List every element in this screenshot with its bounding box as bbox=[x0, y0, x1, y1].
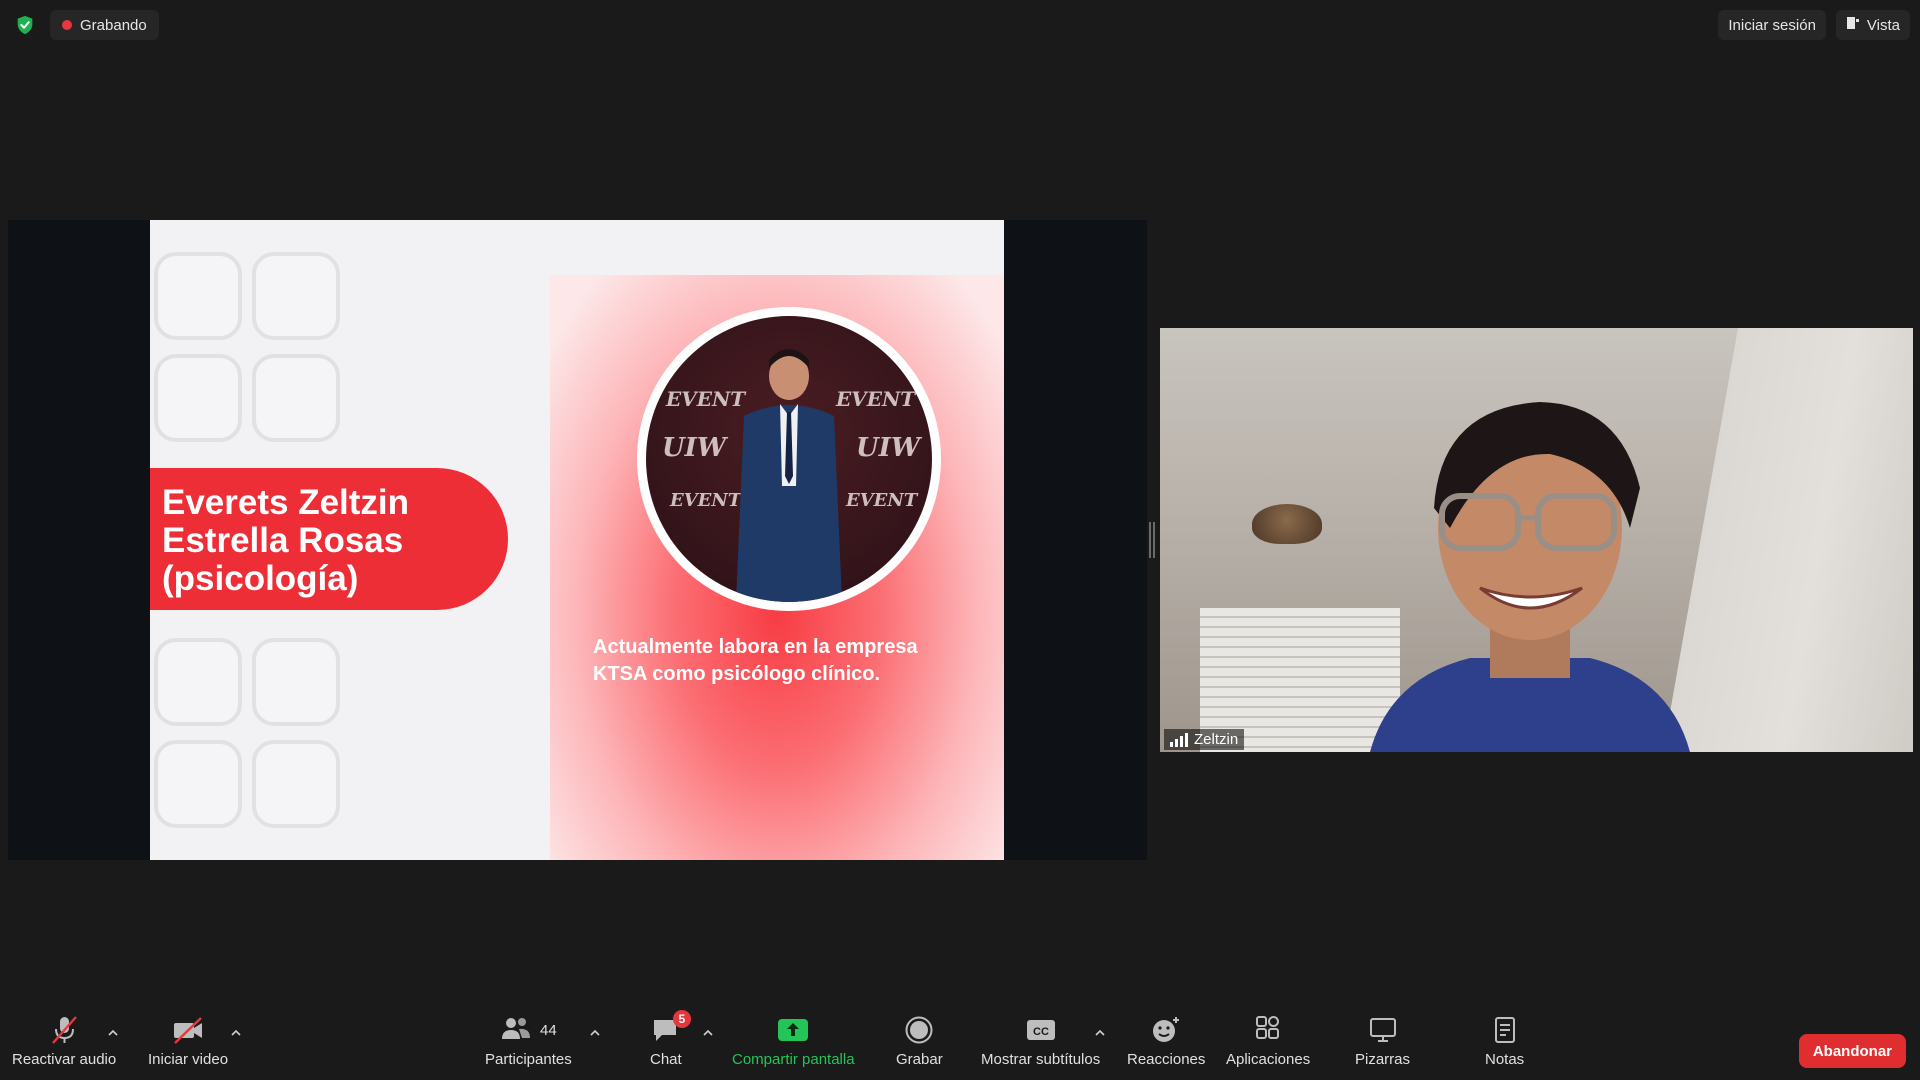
decor-square bbox=[252, 354, 340, 442]
chat-button[interactable]: 5 Chat bbox=[650, 1010, 691, 1068]
reactions-button[interactable]: Reacciones bbox=[1127, 1012, 1205, 1068]
slide-name-line: Everets Zeltzin bbox=[162, 483, 410, 522]
show-captions-button[interactable]: CC Mostrar subtítulos bbox=[981, 1012, 1100, 1068]
top-left-bar: Grabando bbox=[10, 10, 159, 40]
video-options-chevron-up-icon[interactable] bbox=[229, 1026, 243, 1040]
meeting-toolbar: Reactivar audio Iniciar video 44 Partici… bbox=[0, 1004, 1920, 1080]
view-icon bbox=[1846, 16, 1860, 34]
notes-icon bbox=[1492, 1012, 1518, 1048]
decor-square bbox=[252, 740, 340, 828]
audio-options-chevron-up-icon[interactable] bbox=[106, 1026, 120, 1040]
sign-in-button[interactable]: Iniciar sesión bbox=[1718, 10, 1826, 40]
shared-screen: Everets Zeltzin Estrella Rosas (psicolog… bbox=[8, 220, 1147, 860]
shield-check-icon[interactable] bbox=[10, 10, 40, 40]
whiteboard-icon bbox=[1368, 1012, 1398, 1048]
decor-square bbox=[154, 252, 242, 340]
slide-name-banner: Everets Zeltzin Estrella Rosas (psicolog… bbox=[150, 468, 508, 610]
svg-text:EVENT: EVENT bbox=[665, 387, 747, 411]
decor-square bbox=[252, 252, 340, 340]
unmute-label: Reactivar audio bbox=[12, 1051, 117, 1068]
show-captions-label: Mostrar subtítulos bbox=[981, 1051, 1101, 1068]
notes-button[interactable]: Notas bbox=[1485, 1012, 1524, 1068]
record-label: Grabar bbox=[896, 1051, 943, 1068]
decor-square bbox=[154, 354, 242, 442]
record-icon bbox=[904, 1012, 934, 1048]
participant-name: Zeltzin bbox=[1194, 731, 1239, 748]
svg-text:EVENT: EVENT bbox=[669, 490, 743, 511]
chat-label: Chat bbox=[650, 1051, 682, 1068]
share-screen-label: Compartir pantalla bbox=[732, 1051, 855, 1068]
whiteboards-button[interactable]: Pizarras bbox=[1355, 1012, 1410, 1068]
svg-text:EVENT: EVENT bbox=[845, 490, 919, 511]
slide-description: Actualmente labora en la empresa KTSA co… bbox=[593, 636, 918, 685]
profile-photo-frame: EVENT EVENT UIW UIW EVENT EVENT bbox=[637, 307, 941, 611]
panel-splitter-handle[interactable] bbox=[1149, 522, 1155, 558]
apps-button[interactable]: Aplicaciones bbox=[1226, 1012, 1310, 1068]
view-button[interactable]: Vista bbox=[1835, 10, 1910, 40]
share-screen-icon bbox=[777, 1012, 809, 1048]
leave-meeting-button[interactable]: Abandonar bbox=[1798, 1034, 1906, 1068]
participants-options-chevron-up-icon[interactable] bbox=[588, 1026, 602, 1040]
slide-name-line: Estrella Rosas bbox=[162, 521, 404, 560]
start-video-label: Iniciar video bbox=[148, 1051, 229, 1068]
svg-text:EVENT: EVENT bbox=[835, 387, 917, 411]
participants-icon bbox=[500, 1014, 532, 1047]
whiteboards-label: Pizarras bbox=[1355, 1051, 1411, 1068]
presentation-slide: Everets Zeltzin Estrella Rosas (psicolog… bbox=[150, 220, 1004, 860]
microphone-muted-icon bbox=[48, 1012, 80, 1048]
signal-icon bbox=[1170, 732, 1188, 747]
participant-name-tag: Zeltzin bbox=[1164, 729, 1245, 750]
share-screen-button[interactable]: Compartir pantalla bbox=[732, 1012, 855, 1068]
view-label: Vista bbox=[1866, 16, 1900, 34]
participants-button[interactable]: 44 Participantes bbox=[485, 1012, 572, 1068]
reactions-label: Reacciones bbox=[1127, 1051, 1206, 1068]
slide-name-line: (psicología) bbox=[162, 559, 359, 598]
svg-text:UIW: UIW bbox=[662, 433, 729, 463]
decor-square bbox=[252, 638, 340, 726]
recording-indicator[interactable]: Grabando bbox=[50, 10, 159, 40]
reactions-icon bbox=[1150, 1012, 1182, 1048]
video-background-lamp bbox=[1252, 504, 1322, 544]
apps-icon bbox=[1253, 1012, 1283, 1048]
recording-dot-icon bbox=[62, 20, 72, 30]
recording-label: Grabando bbox=[80, 16, 147, 34]
camera-off-icon bbox=[171, 1012, 205, 1048]
record-button[interactable]: Grabar bbox=[896, 1012, 943, 1068]
participants-icon-wrap: 44 bbox=[500, 1012, 557, 1048]
participant-video-feed bbox=[1350, 378, 1710, 752]
apps-label: Aplicaciones bbox=[1226, 1051, 1311, 1068]
svg-text:CC: CC bbox=[1033, 1026, 1049, 1038]
svg-text:UIW: UIW bbox=[856, 433, 923, 463]
start-video-button[interactable]: Iniciar video bbox=[148, 1012, 228, 1068]
captions-icon: CC bbox=[1025, 1012, 1057, 1048]
notes-label: Notas bbox=[1485, 1051, 1525, 1068]
chat-icon: 5 bbox=[651, 1010, 691, 1048]
unmute-button[interactable]: Reactivar audio bbox=[12, 1012, 116, 1068]
participant-video-tile[interactable]: Zeltzin bbox=[1160, 328, 1913, 752]
participants-label: Participantes bbox=[485, 1051, 572, 1068]
participants-count: 44 bbox=[540, 1021, 557, 1039]
sign-in-label: Iniciar sesión bbox=[1728, 16, 1816, 34]
decor-square bbox=[154, 740, 242, 828]
chat-options-chevron-up-icon[interactable] bbox=[701, 1026, 715, 1040]
chat-unread-badge: 5 bbox=[672, 1010, 691, 1028]
decor-square bbox=[154, 638, 242, 726]
captions-options-chevron-up-icon[interactable] bbox=[1093, 1026, 1107, 1040]
profile-photo: EVENT EVENT UIW UIW EVENT EVENT bbox=[646, 316, 932, 602]
top-right-bar: Iniciar sesión Vista bbox=[1718, 10, 1910, 40]
leave-meeting-label: Abandonar bbox=[1812, 1042, 1892, 1060]
